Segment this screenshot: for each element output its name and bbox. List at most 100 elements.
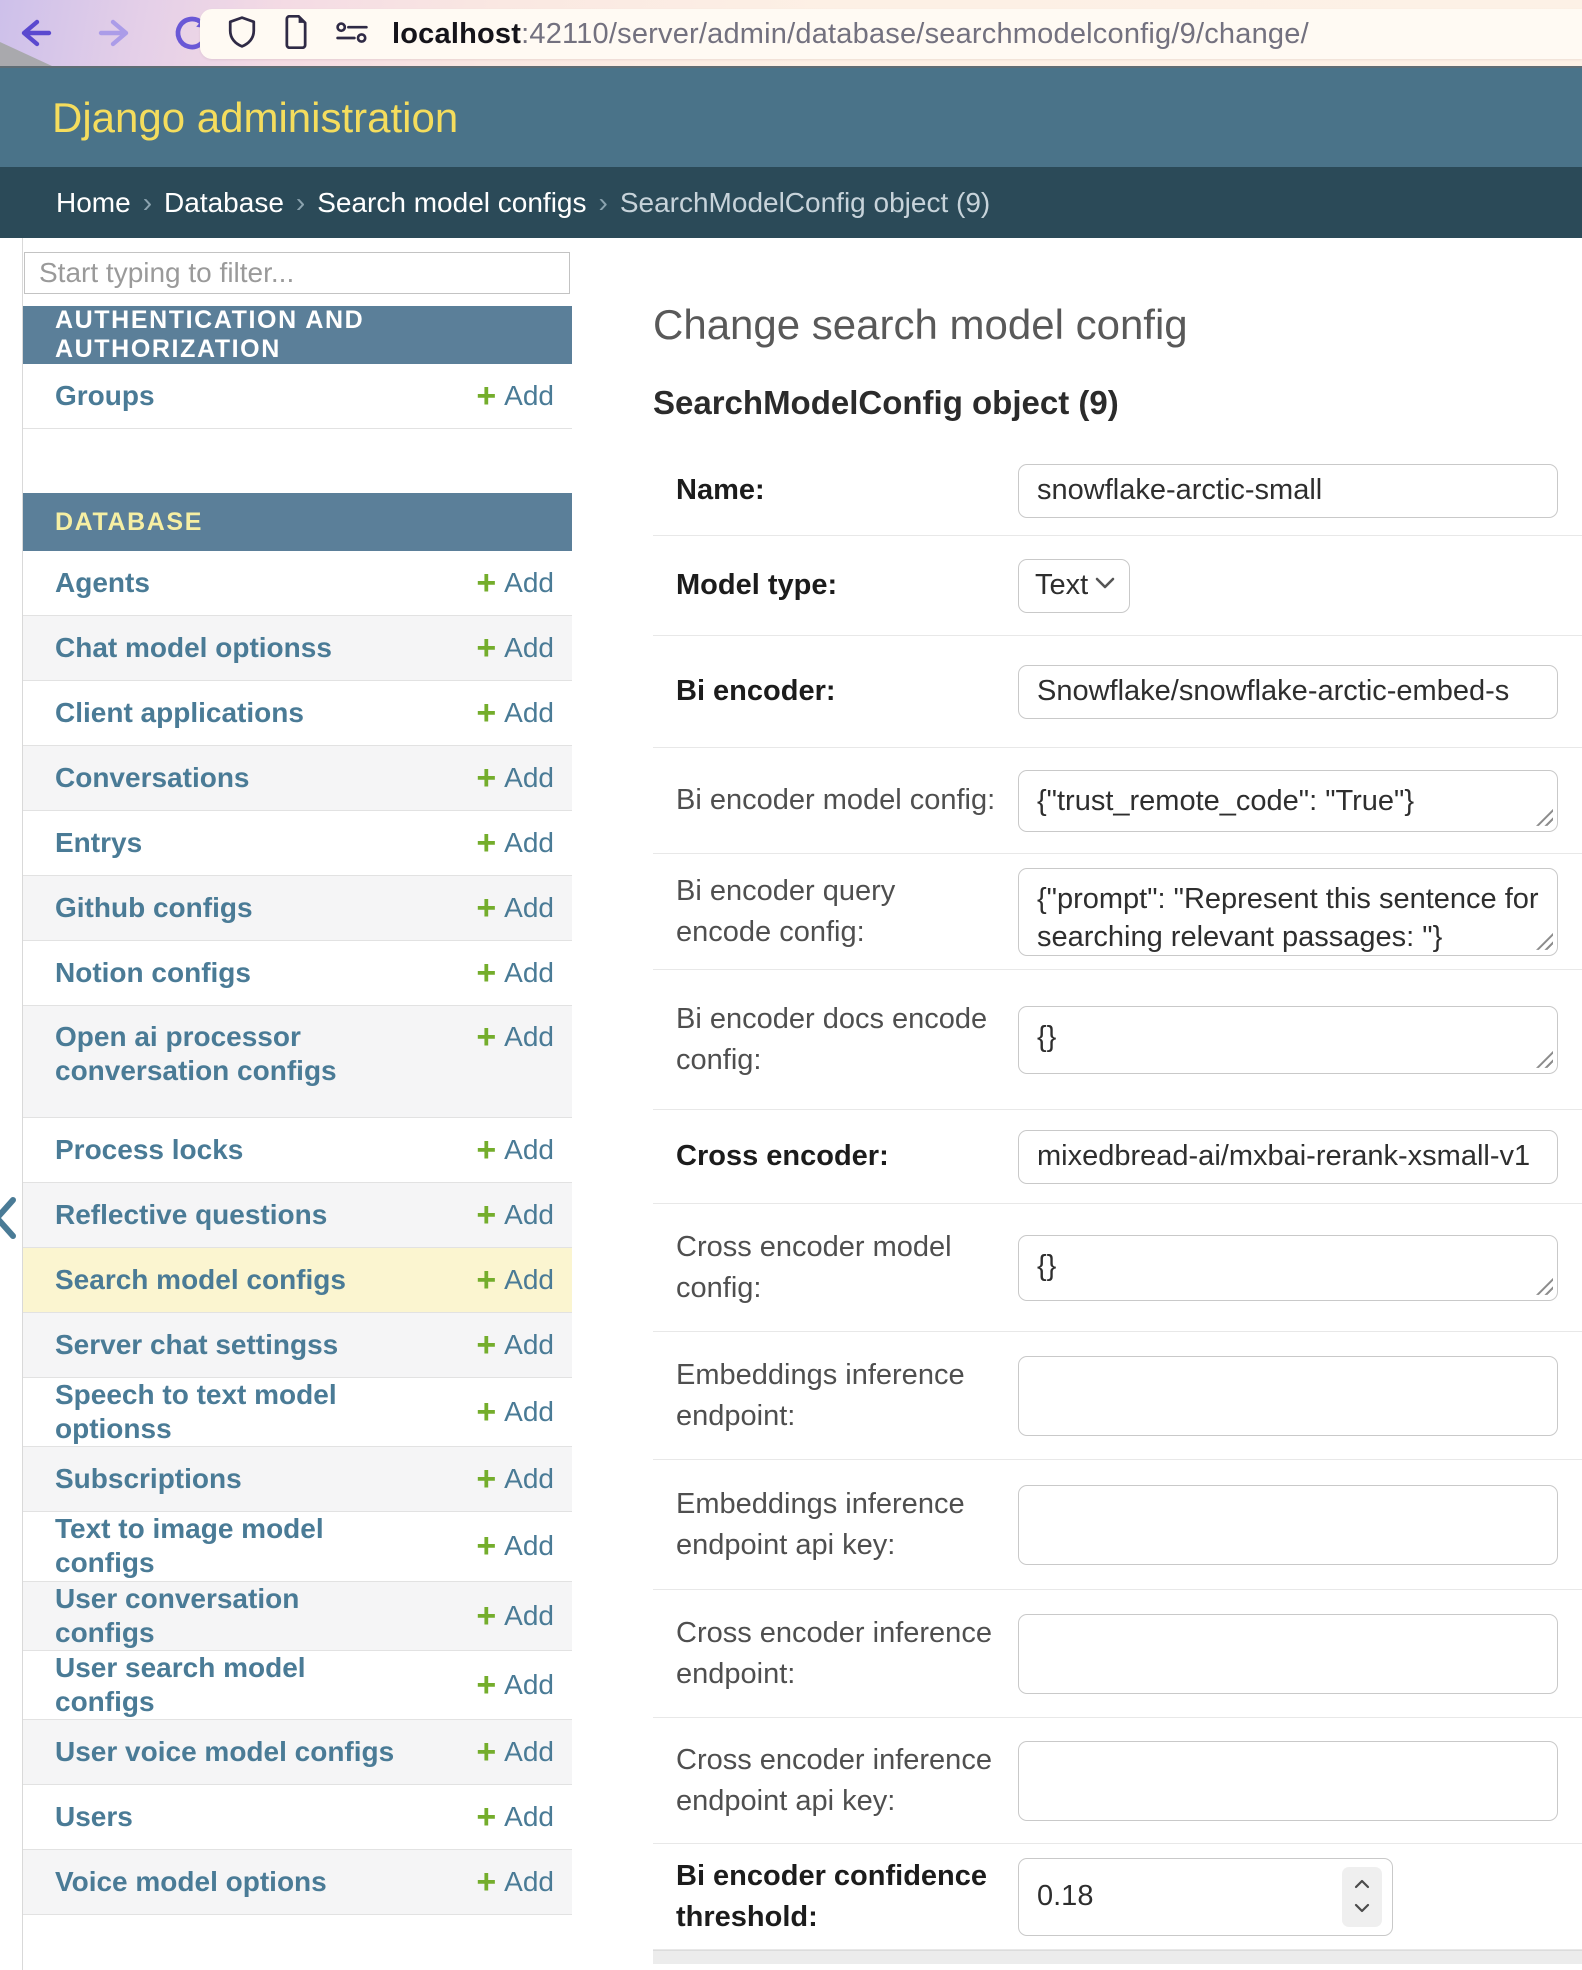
sidebar-model-link[interactable]: Open ai processor conversation configs (55, 1020, 395, 1088)
plus-icon: + (476, 1020, 496, 1054)
sidebar-section-header: AUTHENTICATION AND AUTHORIZATION (23, 306, 572, 364)
sidebar-item: Github configs +Add (23, 876, 572, 941)
sidebar-add-link[interactable]: +Add (476, 1395, 554, 1429)
sidebar-model-link[interactable]: Server chat settingss (55, 1328, 338, 1362)
sidebar-item: Chat model optionss +Add (23, 616, 572, 681)
spinner-down-icon[interactable] (1354, 1900, 1370, 1918)
sidebar-model-link[interactable]: Text to image model configs (55, 1512, 395, 1580)
admin-title: Django administration (0, 94, 458, 142)
form-row: Bi encoder query encode config: (653, 854, 1582, 970)
sidebar-add-link[interactable]: +Add (476, 891, 554, 925)
sidebar-model-link[interactable]: Voice model options (55, 1865, 327, 1899)
sidebar-model-link[interactable]: Chat model optionss (55, 631, 332, 665)
sidebar-item: Subscriptions +Add (23, 1447, 572, 1512)
sidebar-add-link[interactable]: +Add (476, 826, 554, 860)
sidebar-item: User search model configs +Add (23, 1651, 572, 1720)
sidebar-add-link[interactable]: +Add (476, 956, 554, 990)
sidebar-model-link[interactable]: Speech to text model optionss (55, 1378, 395, 1446)
field-label: Cross encoder model config: (676, 1227, 1018, 1309)
form-row: Cross encoder: (653, 1110, 1582, 1204)
plus-icon: + (476, 826, 496, 860)
sidebar-model-link[interactable]: User search model configs (55, 1651, 395, 1719)
field-input[interactable] (1018, 1741, 1558, 1821)
sidebar-item: Text to image model configs +Add (23, 1512, 572, 1581)
sidebar-add-link[interactable]: +Add (476, 761, 554, 795)
page-icon[interactable] (282, 15, 310, 54)
plus-icon: + (476, 1395, 496, 1429)
number-spinner[interactable] (1342, 1867, 1382, 1927)
forward-icon[interactable] (92, 11, 136, 55)
breadcrumb-database[interactable]: Database (164, 187, 284, 219)
field-textarea[interactable] (1018, 1006, 1558, 1074)
field-input[interactable] (1018, 1614, 1558, 1694)
sidebar-add-link[interactable]: +Add (476, 1865, 554, 1899)
breadcrumb-home[interactable]: Home (56, 187, 131, 219)
sidebar-add-link[interactable]: +Add (476, 1529, 554, 1563)
sidebar-add-link[interactable]: +Add (476, 631, 554, 665)
back-icon[interactable] (14, 11, 58, 55)
shield-icon[interactable] (226, 15, 258, 54)
sidebar-model-link[interactable]: User voice model configs (55, 1735, 394, 1769)
field-label: Cross encoder inference endpoint api key… (676, 1740, 1018, 1822)
sidebar-add-link[interactable]: +Add (476, 1599, 554, 1633)
sidebar-add-link[interactable]: +Add (476, 1462, 554, 1496)
sidebar-add-link[interactable]: +Add (476, 696, 554, 730)
add-label: Add (504, 827, 554, 859)
permissions-icon[interactable] (334, 17, 370, 52)
sidebar-add-link[interactable]: +Add (476, 1668, 554, 1702)
add-label: Add (504, 1530, 554, 1562)
sidebar-add-link[interactable]: +Add (476, 1020, 554, 1054)
sidebar-model-link[interactable]: Notion configs (55, 956, 251, 990)
sidebar-model-link[interactable]: Conversations (55, 761, 250, 795)
field-label: Model type: (676, 565, 1018, 606)
sidebar-add-link[interactable]: +Add (476, 1800, 554, 1834)
field-textarea[interactable] (1018, 868, 1558, 956)
add-label: Add (504, 1329, 554, 1361)
sidebar-model-link[interactable]: Search model configs (55, 1263, 346, 1297)
sidebar-model-link[interactable]: Reflective questions (55, 1198, 327, 1232)
url-bar[interactable]: localhost:42110/server/admin/database/se… (200, 9, 1582, 59)
sidebar-model-link[interactable]: Client applications (55, 696, 304, 730)
sidebar-add-link[interactable]: +Add (476, 1263, 554, 1297)
sidebar-filter-input[interactable] (24, 252, 570, 294)
sidebar-model-link[interactable]: Users (55, 1800, 133, 1834)
sidebar-add-link[interactable]: +Add (476, 566, 554, 600)
sidebar-model-link[interactable]: Subscriptions (55, 1462, 242, 1496)
sidebar-model-link[interactable]: Process locks (55, 1133, 243, 1167)
browser-toolbar: localhost:42110/server/admin/database/se… (0, 0, 1582, 68)
sidebar: AUTHENTICATION AND AUTHORIZATIONGroups+A… (22, 238, 572, 1970)
sidebar-collapse-icon[interactable] (0, 1192, 23, 1244)
plus-icon: + (476, 696, 496, 730)
url-host: localhost (392, 18, 521, 50)
field-textarea[interactable] (1018, 1235, 1558, 1301)
model-type-select[interactable]: Text (1018, 559, 1130, 613)
breadcrumb-search-model-configs[interactable]: Search model configs (317, 187, 586, 219)
sidebar-model-link[interactable]: Groups (55, 379, 155, 413)
form-row: Bi encoder: (653, 636, 1582, 748)
sidebar-add-link[interactable]: +Add (476, 1735, 554, 1769)
field-input[interactable] (1018, 1356, 1558, 1436)
field-label: Bi encoder docs encode config: (676, 999, 1018, 1081)
field-input[interactable] (1018, 464, 1558, 518)
field-input[interactable] (1018, 1485, 1558, 1565)
field-label: Embeddings inference endpoint api key: (676, 1484, 1018, 1566)
field-label: Bi encoder confidence threshold: (676, 1856, 1018, 1938)
sidebar-add-link[interactable]: +Add (476, 1328, 554, 1362)
sidebar-model-link[interactable]: Agents (55, 566, 150, 600)
sidebar-model-link[interactable]: User conversation configs (55, 1582, 395, 1650)
sidebar-add-link[interactable]: +Add (476, 379, 554, 413)
sidebar-add-link[interactable]: +Add (476, 1133, 554, 1167)
field-input[interactable] (1018, 665, 1558, 719)
field-textarea[interactable] (1018, 770, 1558, 832)
field-input[interactable] (1018, 1130, 1558, 1184)
form-row: Model type:Text (653, 536, 1582, 636)
number-input[interactable]: 0.18 (1018, 1858, 1393, 1936)
form-row: Cross encoder inference endpoint api key… (653, 1718, 1582, 1844)
sidebar-model-link[interactable]: Entrys (55, 826, 142, 860)
sidebar-add-link[interactable]: +Add (476, 1198, 554, 1232)
breadcrumb-current: SearchModelConfig object (9) (620, 187, 990, 219)
plus-icon: + (476, 1735, 496, 1769)
spinner-up-icon[interactable] (1354, 1876, 1370, 1894)
sidebar-model-link[interactable]: Github configs (55, 891, 253, 925)
sidebar-item: Search model configs +Add (23, 1248, 572, 1313)
